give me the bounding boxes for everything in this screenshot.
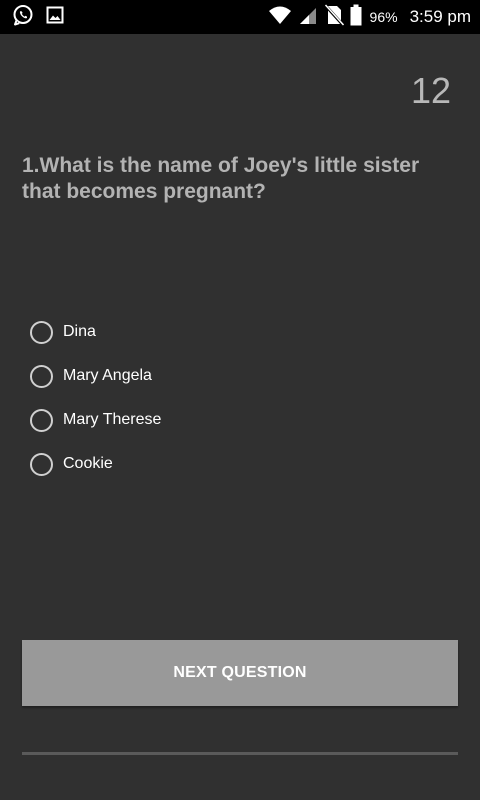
clock-time: 3:59 pm: [409, 7, 471, 26]
answer-option-label: Mary Therese: [63, 411, 162, 428]
gallery-icon: [46, 6, 64, 29]
radio-button[interactable]: [30, 364, 53, 388]
radio-button[interactable]: [30, 452, 53, 476]
answer-option-label: Cookie: [63, 455, 113, 472]
next-question-button[interactable]: NEXT QUESTION: [22, 640, 458, 706]
status-bar-left: [12, 4, 64, 29]
bottom-divider: [22, 752, 458, 755]
battery-icon: [350, 4, 362, 31]
status-bar: 96% 3:59 pm: [0, 0, 480, 34]
no-sim-icon: [323, 3, 344, 31]
answer-option-cookie[interactable]: Cookie: [30, 442, 161, 486]
signal-icon: [298, 5, 318, 30]
score-counter: 12: [410, 70, 451, 111]
radio-button[interactable]: [30, 320, 53, 344]
whatsapp-icon: [12, 4, 34, 31]
answer-options: Dina Mary Angela Mary Therese Cookie: [30, 310, 161, 486]
status-bar-right: 96% 3:59 pm: [268, 3, 471, 31]
answer-option-label: Mary Angela: [63, 367, 152, 384]
answer-option-mary-therese[interactable]: Mary Therese: [30, 398, 161, 442]
answer-option-mary-angela[interactable]: Mary Angela: [30, 354, 161, 398]
battery-percent: 96%: [369, 9, 398, 25]
wifi-icon: [268, 5, 292, 30]
radio-button[interactable]: [30, 408, 53, 432]
answer-option-label: Dina: [63, 323, 96, 340]
answer-option-dina[interactable]: Dina: [30, 310, 161, 354]
question-text: 1.What is the name of Joey's little sist…: [22, 154, 420, 203]
